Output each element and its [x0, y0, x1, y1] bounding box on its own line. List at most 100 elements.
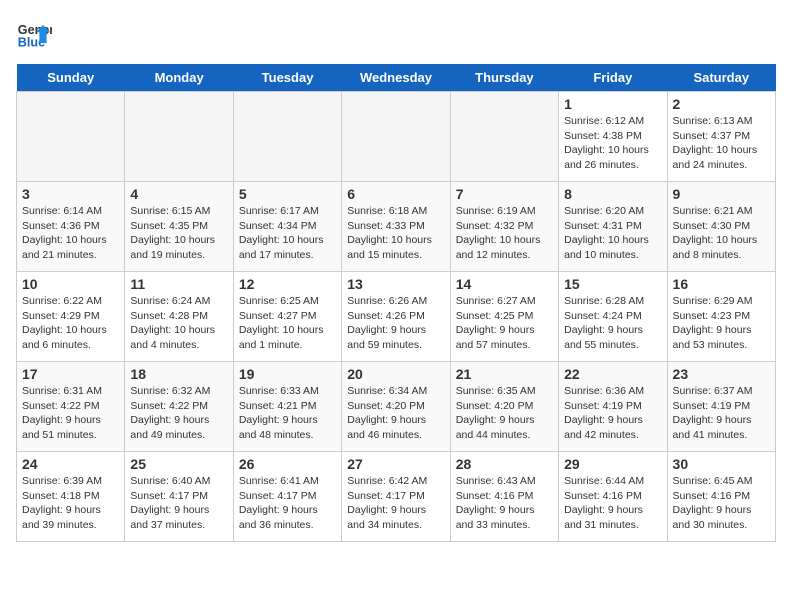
day-number: 5 [239, 186, 336, 202]
day-info: Sunrise: 6:28 AM Sunset: 4:24 PM Dayligh… [564, 294, 661, 353]
day-number: 7 [456, 186, 553, 202]
day-header-wednesday: Wednesday [342, 64, 450, 92]
day-info: Sunrise: 6:22 AM Sunset: 4:29 PM Dayligh… [22, 294, 119, 353]
logo: General Blue [16, 16, 52, 52]
calendar-cell: 23 Sunrise: 6:37 AM Sunset: 4:19 PM Dayli… [667, 362, 775, 452]
day-number: 8 [564, 186, 661, 202]
calendar-cell: 10 Sunrise: 6:22 AM Sunset: 4:29 PM Dayli… [17, 272, 125, 362]
day-number: 20 [347, 366, 444, 382]
day-number: 13 [347, 276, 444, 292]
day-info: Sunrise: 6:29 AM Sunset: 4:23 PM Dayligh… [673, 294, 770, 353]
day-info: Sunrise: 6:31 AM Sunset: 4:22 PM Dayligh… [22, 384, 119, 443]
calendar-cell: 22 Sunrise: 6:36 AM Sunset: 4:19 PM Dayli… [559, 362, 667, 452]
day-info: Sunrise: 6:12 AM Sunset: 4:38 PM Dayligh… [564, 114, 661, 173]
calendar-cell: 19 Sunrise: 6:33 AM Sunset: 4:21 PM Dayli… [233, 362, 341, 452]
day-header-monday: Monday [125, 64, 233, 92]
calendar-cell: 15 Sunrise: 6:28 AM Sunset: 4:24 PM Dayli… [559, 272, 667, 362]
day-header-tuesday: Tuesday [233, 64, 341, 92]
day-number: 25 [130, 456, 227, 472]
calendar-cell: 12 Sunrise: 6:25 AM Sunset: 4:27 PM Dayli… [233, 272, 341, 362]
day-info: Sunrise: 6:45 AM Sunset: 4:16 PM Dayligh… [673, 474, 770, 533]
calendar-cell [342, 92, 450, 182]
day-number: 28 [456, 456, 553, 472]
calendar-cell: 21 Sunrise: 6:35 AM Sunset: 4:20 PM Dayli… [450, 362, 558, 452]
day-number: 18 [130, 366, 227, 382]
day-number: 29 [564, 456, 661, 472]
day-number: 23 [673, 366, 770, 382]
day-info: Sunrise: 6:17 AM Sunset: 4:34 PM Dayligh… [239, 204, 336, 263]
calendar-cell: 27 Sunrise: 6:42 AM Sunset: 4:17 PM Dayli… [342, 452, 450, 542]
day-number: 12 [239, 276, 336, 292]
day-number: 14 [456, 276, 553, 292]
calendar-cell: 9 Sunrise: 6:21 AM Sunset: 4:30 PM Daylig… [667, 182, 775, 272]
day-number: 24 [22, 456, 119, 472]
day-header-thursday: Thursday [450, 64, 558, 92]
day-number: 26 [239, 456, 336, 472]
day-number: 15 [564, 276, 661, 292]
day-info: Sunrise: 6:44 AM Sunset: 4:16 PM Dayligh… [564, 474, 661, 533]
header: General Blue [16, 16, 776, 52]
day-info: Sunrise: 6:18 AM Sunset: 4:33 PM Dayligh… [347, 204, 444, 263]
calendar-cell: 30Sunrise: 6:45 AM Sunset: 4:16 PM Dayli… [667, 452, 775, 542]
day-info: Sunrise: 6:39 AM Sunset: 4:18 PM Dayligh… [22, 474, 119, 533]
calendar-week-5: 24 Sunrise: 6:39 AM Sunset: 4:18 PM Dayli… [17, 452, 776, 542]
day-info: Sunrise: 6:24 AM Sunset: 4:28 PM Dayligh… [130, 294, 227, 353]
day-number: 2 [673, 96, 770, 112]
calendar-cell: 20Sunrise: 6:34 AM Sunset: 4:20 PM Dayli… [342, 362, 450, 452]
calendar-cell: 26 Sunrise: 6:41 AM Sunset: 4:17 PM Dayli… [233, 452, 341, 542]
day-info: Sunrise: 6:41 AM Sunset: 4:17 PM Dayligh… [239, 474, 336, 533]
calendar-cell: 18 Sunrise: 6:32 AM Sunset: 4:22 PM Dayli… [125, 362, 233, 452]
day-number: 17 [22, 366, 119, 382]
day-number: 9 [673, 186, 770, 202]
calendar-cell: 2 Sunrise: 6:13 AM Sunset: 4:37 PM Daylig… [667, 92, 775, 182]
day-info: Sunrise: 6:26 AM Sunset: 4:26 PM Dayligh… [347, 294, 444, 353]
day-header-sunday: Sunday [17, 64, 125, 92]
calendar-header-row: SundayMondayTuesdayWednesdayThursdayFrid… [17, 64, 776, 92]
day-number: 1 [564, 96, 661, 112]
day-info: Sunrise: 6:33 AM Sunset: 4:21 PM Dayligh… [239, 384, 336, 443]
logo-icon: General Blue [16, 16, 52, 52]
day-number: 21 [456, 366, 553, 382]
calendar-cell: 24 Sunrise: 6:39 AM Sunset: 4:18 PM Dayli… [17, 452, 125, 542]
day-info: Sunrise: 6:42 AM Sunset: 4:17 PM Dayligh… [347, 474, 444, 533]
calendar-week-2: 3 Sunrise: 6:14 AM Sunset: 4:36 PM Daylig… [17, 182, 776, 272]
day-info: Sunrise: 6:20 AM Sunset: 4:31 PM Dayligh… [564, 204, 661, 263]
calendar-cell: 14 Sunrise: 6:27 AM Sunset: 4:25 PM Dayli… [450, 272, 558, 362]
day-info: Sunrise: 6:13 AM Sunset: 4:37 PM Dayligh… [673, 114, 770, 173]
calendar-week-4: 17 Sunrise: 6:31 AM Sunset: 4:22 PM Dayli… [17, 362, 776, 452]
calendar-cell [450, 92, 558, 182]
calendar-cell: 16Sunrise: 6:29 AM Sunset: 4:23 PM Dayli… [667, 272, 775, 362]
calendar-cell: 25 Sunrise: 6:40 AM Sunset: 4:17 PM Dayli… [125, 452, 233, 542]
day-number: 6 [347, 186, 444, 202]
day-number: 10 [22, 276, 119, 292]
calendar-cell [17, 92, 125, 182]
day-info: Sunrise: 6:35 AM Sunset: 4:20 PM Dayligh… [456, 384, 553, 443]
calendar-cell: 17 Sunrise: 6:31 AM Sunset: 4:22 PM Dayli… [17, 362, 125, 452]
day-info: Sunrise: 6:32 AM Sunset: 4:22 PM Dayligh… [130, 384, 227, 443]
day-number: 19 [239, 366, 336, 382]
day-info: Sunrise: 6:14 AM Sunset: 4:36 PM Dayligh… [22, 204, 119, 263]
day-info: Sunrise: 6:21 AM Sunset: 4:30 PM Dayligh… [673, 204, 770, 263]
calendar-cell: 3 Sunrise: 6:14 AM Sunset: 4:36 PM Daylig… [17, 182, 125, 272]
day-number: 4 [130, 186, 227, 202]
calendar-table: SundayMondayTuesdayWednesdayThursdayFrid… [16, 64, 776, 542]
day-number: 3 [22, 186, 119, 202]
calendar-cell: 5 Sunrise: 6:17 AM Sunset: 4:34 PM Daylig… [233, 182, 341, 272]
day-number: 11 [130, 276, 227, 292]
calendar-cell [233, 92, 341, 182]
calendar-cell: 4Sunrise: 6:15 AM Sunset: 4:35 PM Daylig… [125, 182, 233, 272]
calendar-cell: 11 Sunrise: 6:24 AM Sunset: 4:28 PM Dayli… [125, 272, 233, 362]
day-info: Sunrise: 6:37 AM Sunset: 4:19 PM Dayligh… [673, 384, 770, 443]
calendar-cell: 6 Sunrise: 6:18 AM Sunset: 4:33 PM Daylig… [342, 182, 450, 272]
calendar-cell: 13 Sunrise: 6:26 AM Sunset: 4:26 PM Dayli… [342, 272, 450, 362]
calendar-cell: 7 Sunrise: 6:19 AM Sunset: 4:32 PM Daylig… [450, 182, 558, 272]
day-number: 27 [347, 456, 444, 472]
calendar-body: 1 Sunrise: 6:12 AM Sunset: 4:38 PM Daylig… [17, 92, 776, 542]
day-info: Sunrise: 6:19 AM Sunset: 4:32 PM Dayligh… [456, 204, 553, 263]
day-info: Sunrise: 6:36 AM Sunset: 4:19 PM Dayligh… [564, 384, 661, 443]
day-info: Sunrise: 6:40 AM Sunset: 4:17 PM Dayligh… [130, 474, 227, 533]
day-number: 22 [564, 366, 661, 382]
day-info: Sunrise: 6:25 AM Sunset: 4:27 PM Dayligh… [239, 294, 336, 353]
calendar-cell [125, 92, 233, 182]
day-info: Sunrise: 6:27 AM Sunset: 4:25 PM Dayligh… [456, 294, 553, 353]
